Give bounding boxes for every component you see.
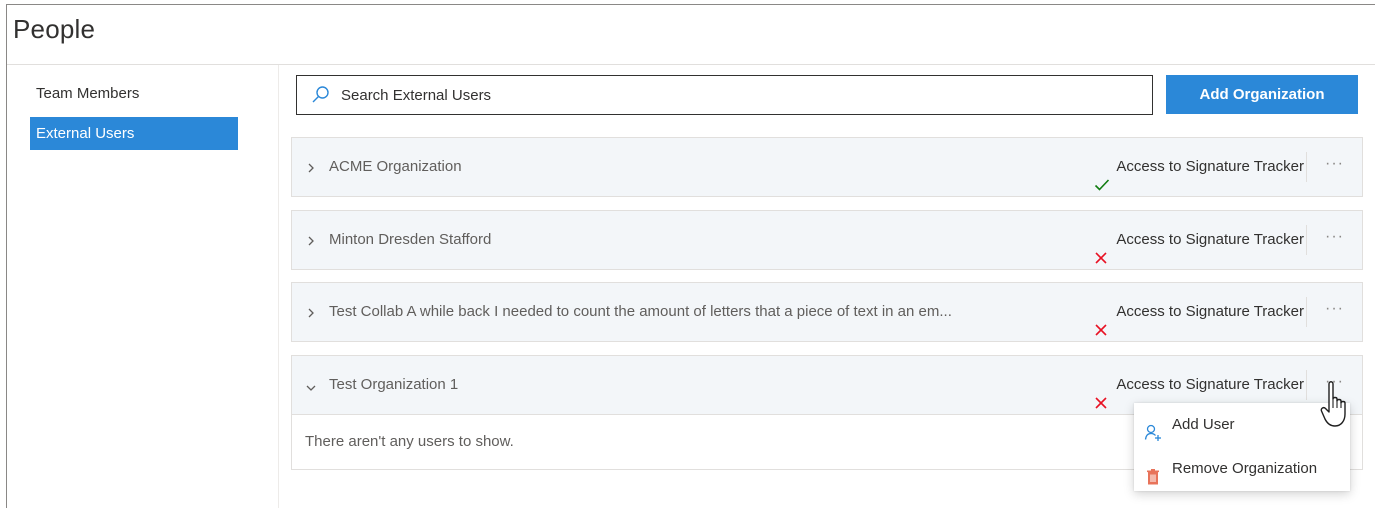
access-status: Access to Signature Tracker <box>1095 138 1304 196</box>
check-icon <box>1094 159 1110 217</box>
title-divider <box>7 64 1375 65</box>
cross-icon <box>1094 304 1108 362</box>
organization-row: Test Collab A while back I needed to cou… <box>291 282 1363 342</box>
access-label: Access to Signature Tracker <box>1116 231 1304 248</box>
organization-header[interactable]: Test Collab A while back I needed to cou… <box>292 283 1362 341</box>
organization-name: Minton Dresden Stafford <box>329 231 492 248</box>
chevron-right-icon[interactable] <box>306 306 316 324</box>
menu-item-add-user[interactable]: Add User <box>1134 403 1350 447</box>
organization-name: Test Collab A while back I needed to cou… <box>329 303 952 320</box>
divider <box>1306 370 1307 400</box>
chevron-right-icon[interactable] <box>306 234 316 252</box>
search-box[interactable] <box>296 75 1153 115</box>
hand-pointer-cursor-icon <box>1320 378 1354 435</box>
organization-row: Minton Dresden Stafford Access to Signat… <box>291 210 1363 270</box>
organization-context-menu: Add User Remove Organization <box>1134 403 1350 491</box>
search-icon <box>311 85 331 110</box>
access-status: Access to Signature Tracker <box>1095 211 1304 269</box>
access-status: Access to Signature Tracker <box>1095 283 1304 341</box>
access-label: Access to Signature Tracker <box>1116 303 1304 320</box>
organization-name: Test Organization 1 <box>329 376 459 393</box>
sidebar-item-external-users[interactable]: External Users <box>30 117 238 150</box>
divider <box>1306 297 1307 327</box>
chevron-right-icon[interactable] <box>306 161 316 179</box>
menu-item-remove-organization[interactable]: Remove Organization <box>1134 447 1350 491</box>
sidebar-divider <box>278 65 279 508</box>
empty-users-message: There aren't any users to show. <box>305 433 514 450</box>
sidebar-item-team-members[interactable]: Team Members <box>30 77 238 110</box>
search-input[interactable] <box>341 76 1131 114</box>
add-organization-button[interactable]: Add Organization <box>1166 75 1358 114</box>
organization-name: ACME Organization <box>329 158 462 175</box>
divider <box>1306 152 1307 182</box>
divider <box>1306 225 1307 255</box>
page-title: People <box>13 14 96 44</box>
more-options-button[interactable]: ··· <box>1325 211 1344 263</box>
trash-icon <box>1144 460 1162 504</box>
more-options-button[interactable]: ··· <box>1325 283 1344 335</box>
more-options-button[interactable]: ··· <box>1325 138 1344 190</box>
organization-row: ACME Organization Access to Signature Tr… <box>291 137 1363 197</box>
access-label: Access to Signature Tracker <box>1116 158 1304 175</box>
organization-header[interactable]: ACME Organization Access to Signature Tr… <box>292 138 1362 196</box>
chevron-down-icon[interactable] <box>305 380 317 398</box>
menu-item-label: Add User <box>1172 416 1235 433</box>
access-label: Access to Signature Tracker <box>1116 376 1304 393</box>
menu-item-label: Remove Organization <box>1172 460 1318 477</box>
organization-header[interactable]: Minton Dresden Stafford Access to Signat… <box>292 211 1362 269</box>
